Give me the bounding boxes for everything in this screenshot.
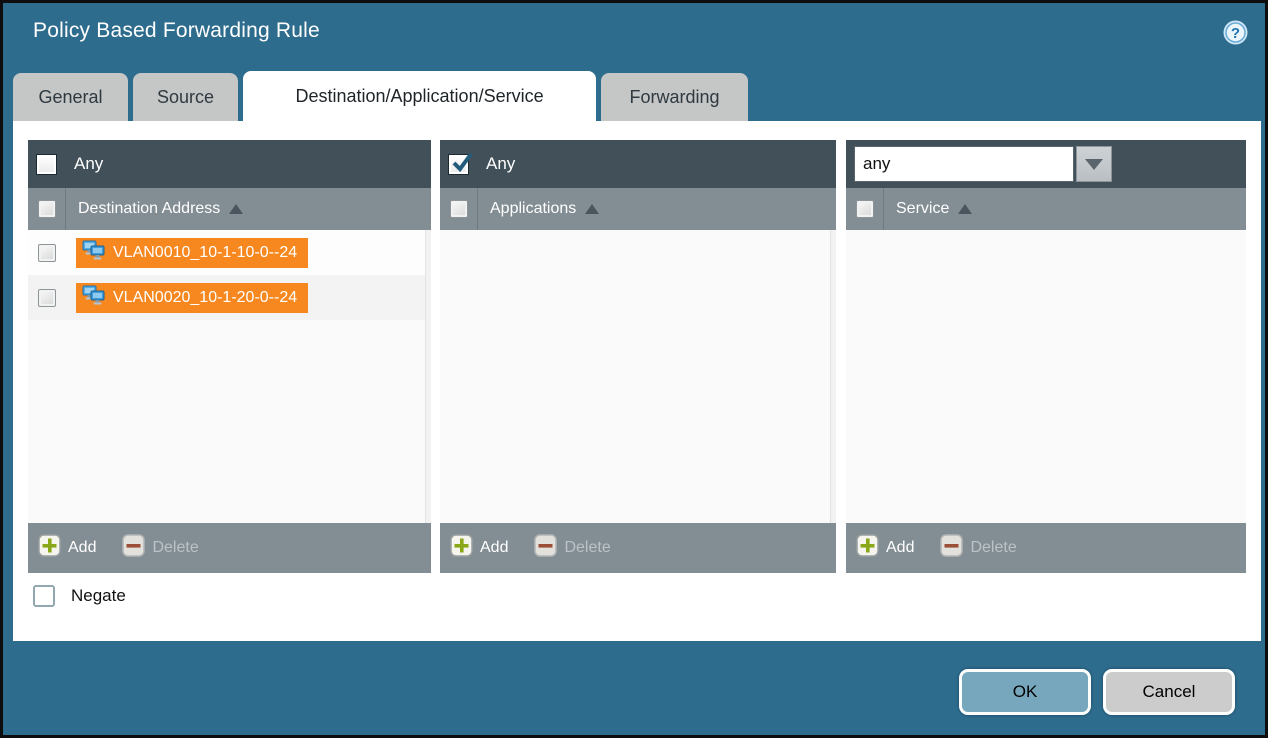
applications-add-button[interactable]: Add (450, 534, 508, 562)
scrollbar-track[interactable] (425, 230, 431, 523)
delete-label: Delete (564, 539, 610, 557)
applications-column: Any Applications (440, 140, 836, 573)
minus-icon (940, 534, 963, 562)
destination-row-checkbox[interactable] (38, 289, 56, 307)
address-object-label: VLAN0010_10-1-10-0--24 (113, 244, 297, 262)
title-bar: Policy Based Forwarding Rule ? (33, 19, 1249, 55)
destination-any-checkbox[interactable] (36, 154, 57, 175)
add-label: Add (886, 539, 914, 557)
service-delete-button[interactable]: Delete (940, 534, 1016, 562)
dialog-title: Policy Based Forwarding Rule (33, 19, 320, 42)
destination-list: VLAN0010_10-1-10-0--24 (28, 230, 431, 523)
sort-ascending-icon (958, 204, 972, 214)
destination-footer: Add Delete (28, 523, 431, 573)
add-label: Add (480, 539, 508, 557)
destination-row[interactable]: VLAN0020_10-1-20-0--24 (28, 275, 431, 320)
destination-delete-button[interactable]: Delete (122, 534, 198, 562)
service-dropdown (854, 146, 1112, 182)
destination-any-label: Any (74, 154, 103, 174)
cancel-button[interactable]: Cancel (1103, 669, 1235, 715)
delete-label: Delete (970, 539, 1016, 557)
destination-address-column: Any Destination Address (28, 140, 431, 573)
service-dropdown-button[interactable] (1076, 146, 1112, 182)
applications-any-bar: Any (440, 140, 836, 188)
tab-destination-application-service[interactable]: Destination/Application/Service (243, 71, 596, 122)
applications-delete-button[interactable]: Delete (534, 534, 610, 562)
destination-row-checkbox[interactable] (38, 244, 56, 262)
service-list (846, 230, 1246, 523)
minus-icon (122, 534, 145, 562)
dialog-button-bar: OK Cancel (959, 669, 1235, 715)
service-header-label: Service (884, 200, 949, 218)
service-header[interactable]: Service (846, 188, 1246, 230)
ok-button[interactable]: OK (959, 669, 1091, 715)
destination-any-bar: Any (28, 140, 431, 188)
service-column: Service Add (846, 140, 1246, 573)
plus-icon (450, 534, 473, 562)
pbf-rule-dialog: Policy Based Forwarding Rule ? General S… (0, 0, 1268, 738)
service-any-bar (846, 140, 1246, 188)
applications-any-checkbox[interactable] (448, 154, 469, 175)
destination-add-button[interactable]: Add (38, 534, 96, 562)
service-footer: Add Delete (846, 523, 1246, 573)
sort-ascending-icon (229, 204, 243, 214)
delete-label: Delete (152, 539, 198, 557)
sort-ascending-icon (585, 204, 599, 214)
applications-list (440, 230, 836, 523)
destination-row[interactable]: VLAN0010_10-1-10-0--24 (28, 230, 431, 275)
destination-select-all-checkbox[interactable] (38, 200, 56, 218)
applications-footer: Add Delete (440, 523, 836, 573)
plus-icon (856, 534, 879, 562)
address-object-label: VLAN0020_10-1-20-0--24 (113, 289, 297, 307)
address-group-icon (82, 240, 106, 265)
destination-address-header[interactable]: Destination Address (28, 188, 431, 230)
service-select-all-checkbox[interactable] (856, 200, 874, 218)
add-label: Add (68, 539, 96, 557)
service-add-button[interactable]: Add (856, 534, 914, 562)
tab-content-panel: Any Destination Address (13, 121, 1261, 641)
address-group-icon (82, 285, 106, 310)
plus-icon (38, 534, 61, 562)
applications-any-label: Any (486, 154, 515, 174)
tab-source[interactable]: Source (133, 73, 238, 121)
applications-header[interactable]: Applications (440, 188, 836, 230)
negate-option: Negate (33, 585, 126, 607)
tab-general[interactable]: General (13, 73, 128, 121)
negate-checkbox[interactable] (33, 585, 55, 607)
address-object-pill[interactable]: VLAN0020_10-1-20-0--24 (76, 283, 308, 313)
chevron-down-icon (1085, 159, 1103, 170)
negate-label: Negate (71, 586, 126, 606)
scrollbar-track[interactable] (830, 230, 836, 523)
tab-bar: General Source Destination/Application/S… (13, 73, 748, 121)
service-dropdown-input[interactable] (854, 146, 1074, 182)
minus-icon (534, 534, 557, 562)
applications-header-label: Applications (478, 200, 576, 218)
destination-header-label: Destination Address (66, 200, 220, 218)
help-icon[interactable]: ? (1222, 19, 1249, 46)
svg-text:?: ? (1231, 25, 1240, 42)
address-object-pill[interactable]: VLAN0010_10-1-10-0--24 (76, 238, 308, 268)
applications-select-all-checkbox[interactable] (450, 200, 468, 218)
checkmark-icon (450, 150, 476, 179)
tab-forwarding[interactable]: Forwarding (601, 73, 748, 121)
